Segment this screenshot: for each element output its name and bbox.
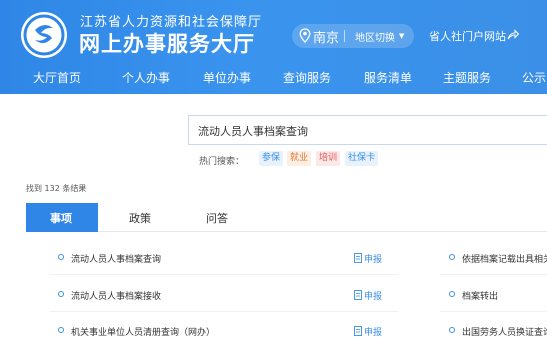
tab-qa[interactable]: 问答 <box>206 210 228 226</box>
hot-tag-insurance[interactable]: 参保 <box>259 151 284 166</box>
nav-item-service-list[interactable]: 服务清单 <box>364 69 412 86</box>
portal-link[interactable]: 省人社门户网站 <box>429 28 506 44</box>
nav-item-personal[interactable]: 个人办事 <box>122 69 170 86</box>
result-item-title[interactable]: 流动人员人事档案接收 <box>71 289 161 302</box>
nav-item-query[interactable]: 查询服务 <box>283 69 331 86</box>
row-divider <box>50 311 398 312</box>
tabs-divider <box>26 231 547 232</box>
document-icon <box>354 253 362 263</box>
search-input-value: 流动人员人事档案查询 <box>198 125 308 138</box>
location-divider <box>344 30 345 42</box>
current-city[interactable]: 南京 <box>313 27 339 46</box>
document-icon <box>354 290 362 300</box>
row-divider <box>440 274 547 275</box>
site-logo-icon[interactable] <box>21 12 67 58</box>
site-title: 网上办事服务大厅 <box>79 32 255 56</box>
list-bullet-icon <box>449 254 455 260</box>
hot-tag-employment[interactable]: 就业 <box>287 151 312 166</box>
apply-button[interactable]: 申报 <box>364 289 382 302</box>
tab-items[interactable]: 事项 <box>50 210 72 226</box>
result-item-title[interactable]: 机关事业单位人员清册查询（网办） <box>71 325 215 338</box>
hot-tag-training[interactable]: 培训 <box>316 151 341 166</box>
main-nav: 大厅首页 个人办事 单位办事 查询服务 服务清单 主题服务 公示 <box>0 64 547 94</box>
location-pin-icon <box>299 28 311 43</box>
nav-item-home[interactable]: 大厅首页 <box>33 69 81 86</box>
result-item-title[interactable]: 出国劳务人员换证查询 <box>462 325 547 338</box>
caret-down-icon[interactable]: ▼ <box>399 32 404 40</box>
list-bullet-icon <box>58 254 64 260</box>
list-bullet-icon <box>58 327 64 333</box>
list-bullet-icon <box>58 291 64 297</box>
result-item-title[interactable]: 档案转出 <box>462 289 498 302</box>
site-header: 江苏省人力资源和社会保障厅 网上办事服务大厅 南京 地区切换 ▼ 省人社门户网站… <box>0 0 547 94</box>
list-bullet-icon <box>449 327 455 333</box>
nav-item-theme[interactable]: 主题服务 <box>443 69 491 86</box>
page: 江苏省人力资源和社会保障厅 网上办事服务大厅 南京 地区切换 ▼ 省人社门户网站… <box>0 0 547 352</box>
share-arrow-icon[interactable] <box>507 29 519 41</box>
result-item-title[interactable]: 流动人员人事档案查询 <box>71 252 161 265</box>
result-count: 找到 132 条结果 <box>26 184 87 193</box>
nav-item-public[interactable]: 公示 <box>522 69 546 86</box>
nav-item-unit[interactable]: 单位办事 <box>203 69 251 86</box>
list-bullet-icon <box>449 291 455 297</box>
tab-policy[interactable]: 政策 <box>129 210 151 226</box>
row-divider <box>50 274 398 275</box>
hot-tag-social-card[interactable]: 社保卡 <box>345 151 379 166</box>
row-divider <box>440 311 547 312</box>
hot-search-label: 热门搜索： <box>199 157 245 167</box>
document-icon <box>354 326 362 336</box>
result-item-title[interactable]: 依据档案记载出具相关 <box>462 252 547 265</box>
apply-button[interactable]: 申报 <box>364 325 382 338</box>
region-switch-button[interactable]: 地区切换 <box>355 29 395 44</box>
apply-button[interactable]: 申报 <box>364 252 382 265</box>
